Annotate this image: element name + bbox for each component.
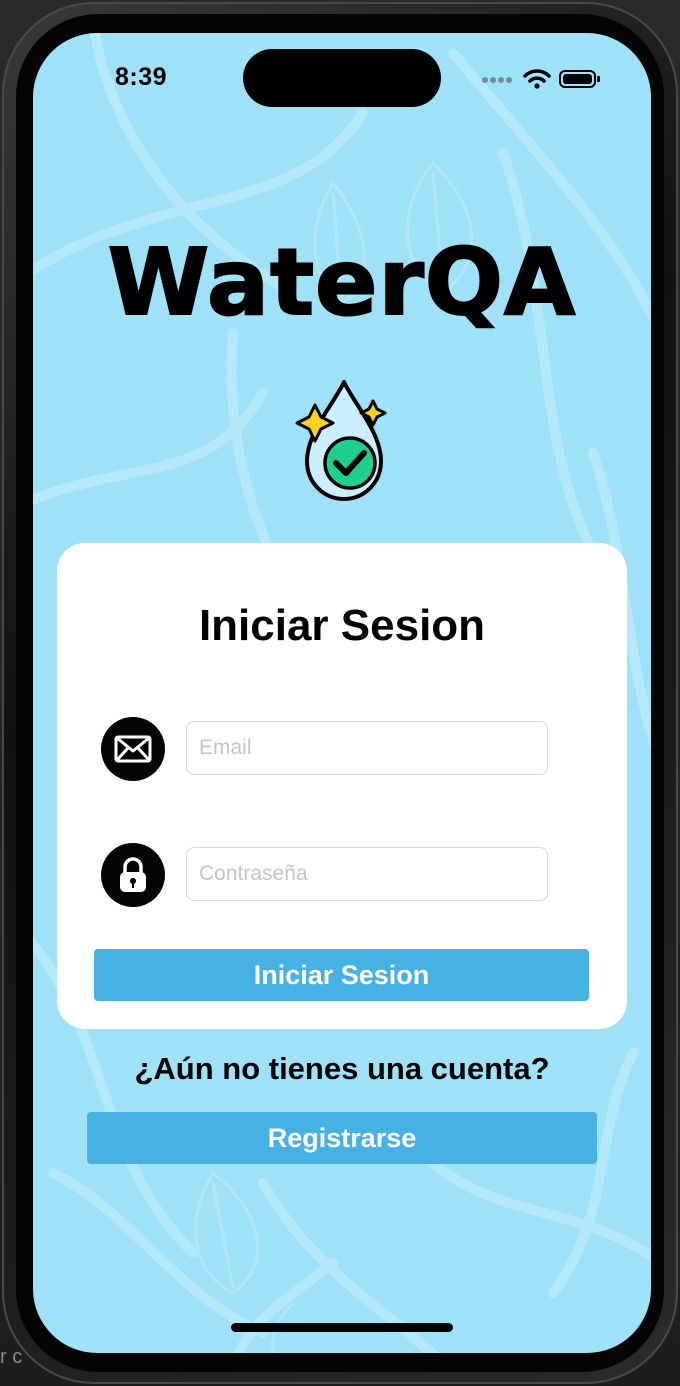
status-icons: [481, 69, 601, 89]
login-title: Iniciar Sesion: [198, 601, 486, 650]
email-field[interactable]: [186, 721, 548, 775]
home-indicator[interactable]: [231, 1323, 453, 1332]
lock-icon: [101, 843, 165, 907]
dynamic-island: [243, 49, 441, 107]
register-button[interactable]: Registrarse: [87, 1112, 597, 1164]
envelope-icon-glyph: [114, 735, 152, 763]
no-account-prompt: ¿Aún no tienes una cuenta?: [134, 1051, 550, 1086]
signal-icon: [482, 77, 512, 83]
app-screen: 8:39 WaterQA Iniciar Sesion Email Inicia…: [33, 33, 651, 1353]
status-time: 8:39: [115, 63, 168, 91]
login-card: Iniciar Sesion Iniciar Sesion: [57, 543, 627, 1029]
battery-icon: [559, 70, 600, 88]
app-title: WaterQA: [107, 228, 577, 337]
lock-icon-glyph: [120, 857, 146, 892]
wifi-icon: [523, 69, 551, 89]
password-field[interactable]: [186, 847, 548, 901]
envelope-icon: [101, 717, 165, 781]
water-drop-check-icon: [295, 380, 387, 501]
background-window-text: r c: [0, 1346, 23, 1368]
login-button[interactable]: Iniciar Sesion: [94, 949, 589, 1001]
